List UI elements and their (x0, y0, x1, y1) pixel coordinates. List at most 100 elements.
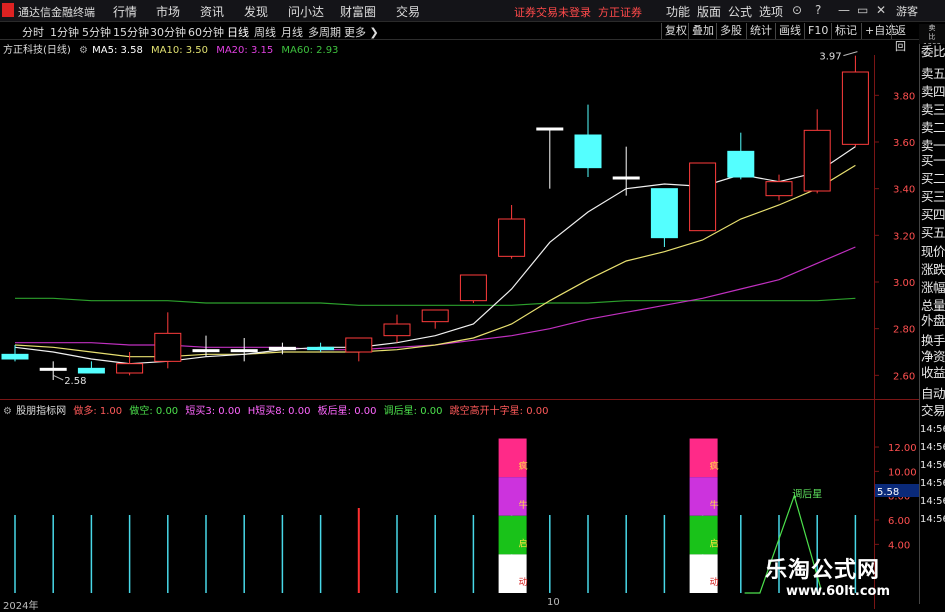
panel-label-weibi[interactable]: 委比 (921, 45, 945, 59)
ind-tick-label: 4.00 (888, 540, 910, 551)
menu-bar: 通达信金融终端 行情 市场 资讯 发现 问小达 财富圈 交易 证券交易未登录 方… (0, 0, 945, 22)
multi-stock-button[interactable]: 多股 (716, 23, 745, 39)
time-row-1: 14:56 (920, 424, 945, 435)
stack-bar-label: 动 (710, 577, 719, 588)
high-pointer (843, 51, 858, 57)
panel-label-buy5[interactable]: 买五 (921, 226, 945, 240)
candle-body (1, 353, 29, 360)
period-intraday[interactable]: 分时 (22, 24, 44, 40)
period-60min[interactable]: 60分钟 (188, 24, 224, 40)
time-row-5: 14:56 (920, 496, 945, 507)
time-row-6: 14:56 (920, 514, 945, 525)
panel-label-pct[interactable]: 涨幅 (921, 281, 945, 295)
panel-label-buy4[interactable]: 买四 (921, 208, 945, 222)
mark-button[interactable]: 标记 (831, 23, 860, 39)
menu-formula[interactable]: 公式 (728, 3, 752, 20)
panel-label-price[interactable]: 现价 (921, 245, 945, 259)
menu-assistant[interactable]: 问小达 (288, 3, 324, 20)
period-30min[interactable]: 30分钟 (150, 24, 186, 40)
time-row-2: 14:56 (920, 442, 945, 453)
candle-body (459, 274, 487, 302)
panel-label-turnover[interactable]: 换手 (921, 334, 945, 348)
menu-layout[interactable]: 版面 (697, 3, 721, 20)
login-warning[interactable]: 证券交易未登录 方正证券 (514, 4, 642, 20)
period-1min[interactable]: 1分钟 (50, 24, 79, 40)
candle-body (803, 129, 831, 192)
period-daily[interactable]: 日线 (227, 24, 249, 40)
stats-button[interactable]: 统计 (746, 23, 775, 39)
panel-label-buy2[interactable]: 买二 (921, 172, 945, 186)
panel-label-sell5[interactable]: 卖五 (921, 67, 945, 81)
menu-discover[interactable]: 发现 (244, 3, 268, 20)
menu-news[interactable]: 资讯 (200, 3, 224, 20)
candle-body (727, 150, 755, 178)
candle-body (154, 332, 182, 362)
watermark-url: www.60lt.com (786, 584, 891, 599)
menu-function[interactable]: 功能 (666, 3, 690, 20)
draw-line-button[interactable]: 画线 (775, 23, 804, 39)
auto-label[interactable]: 自动 (921, 387, 945, 401)
period-more[interactable]: 更多 ❯ (344, 24, 379, 40)
time-row-4: 14:56 (920, 478, 945, 489)
ind-tick-label: 10.00 (888, 467, 917, 478)
panel-label-sell2[interactable]: 卖二 (921, 121, 945, 135)
kline-chart[interactable]: 3.803.603.403.203.002.802.60 12.0010.008… (0, 40, 919, 609)
buy-sell-ratio-box: 卖比1000 (919, 24, 945, 50)
panel-label-netasset[interactable]: 净资 (921, 350, 945, 364)
candle-body (498, 218, 526, 257)
ind-short: 做空: 0.00 (129, 406, 179, 417)
price-tick-label: 3.20 (893, 231, 915, 242)
adjust-button[interactable]: 复权 (661, 23, 690, 39)
panel-label-sell4[interactable]: 卖四 (921, 85, 945, 99)
menu-forum[interactable]: 财富圈 (340, 3, 376, 20)
candle-body (383, 323, 411, 337)
panel-label-buy3[interactable]: 买三 (921, 190, 945, 204)
menu-market[interactable]: 行情 (113, 3, 137, 20)
period-multi[interactable]: 多周期 (308, 24, 341, 40)
indicator-info-bar: ⚙ 股朋指标网 做多: 1.00 做空: 0.00 短买3: 0.00 H短买8… (0, 402, 553, 417)
back-button[interactable]: 返回 (891, 23, 919, 53)
app-logo-icon (2, 3, 14, 17)
candle-body (765, 181, 793, 197)
stack-bar-label: 动 (519, 577, 528, 588)
indicator-settings-icon[interactable]: ⚙ (3, 406, 12, 417)
minimize-icon[interactable]: — (838, 3, 850, 17)
help-icon[interactable]: ? (815, 3, 821, 17)
panel-label-sell1[interactable]: 卖一 (921, 139, 945, 153)
candle-body (612, 176, 640, 180)
skin-icon[interactable]: ⊙ (792, 3, 802, 17)
stack-bar-label: 牛 (710, 499, 719, 511)
period-5min[interactable]: 5分钟 (82, 24, 111, 40)
menu-trade[interactable]: 交易 (396, 3, 420, 20)
panel-label-outer[interactable]: 外盘 (921, 314, 945, 328)
candle-body (689, 162, 717, 232)
candle-body (307, 346, 335, 351)
indicator-name: 股朋指标网 (16, 406, 67, 417)
price-tick-label: 2.80 (893, 325, 915, 336)
close-icon[interactable]: ✕ (876, 3, 886, 17)
candle-body (116, 363, 144, 374)
guest-label[interactable]: 游客 (896, 3, 918, 19)
menu-options[interactable]: 选项 (759, 3, 783, 20)
period-monthly[interactable]: 月线 (281, 24, 303, 40)
panel-label-change[interactable]: 涨跌 (921, 263, 945, 277)
menu-board[interactable]: 市场 (156, 3, 180, 20)
ind-tick-label: 6.00 (888, 516, 910, 527)
panel-label-sell3[interactable]: 卖三 (921, 103, 945, 117)
price-tick-label: 3.80 (893, 91, 915, 102)
watermark-title: 乐淘公式网 (765, 558, 881, 583)
ma60-line (15, 297, 856, 306)
panel-label-volume[interactable]: 总量 (921, 299, 945, 313)
candle-body (192, 349, 220, 353)
panel-label-buy1[interactable]: 买一 (921, 154, 945, 168)
f10-button[interactable]: F10 (804, 23, 831, 39)
restore-icon[interactable]: ▭ (857, 3, 868, 17)
panel-label-earning[interactable]: 收益 (921, 366, 945, 380)
overlay-button[interactable]: 叠加 (688, 23, 717, 39)
trade-label[interactable]: 交易 (921, 404, 945, 418)
period-weekly[interactable]: 周线 (254, 24, 276, 40)
ind-buy3: 短买3: 0.00 (185, 406, 241, 417)
period-15min[interactable]: 15分钟 (113, 24, 149, 40)
price-tick-label: 2.60 (893, 371, 915, 382)
high-price-label: 3.97 (819, 52, 841, 63)
